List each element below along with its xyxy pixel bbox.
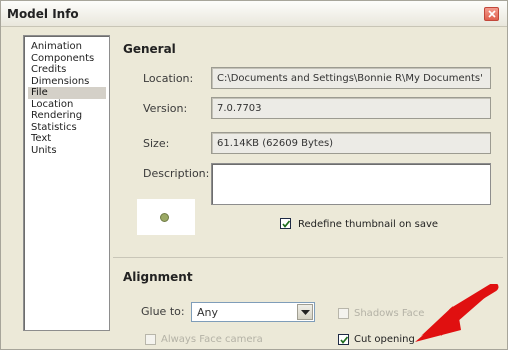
model-thumbnail — [137, 199, 195, 235]
description-input[interactable] — [211, 163, 491, 205]
general-section-title: General — [123, 42, 176, 56]
sidebar-item-credits[interactable]: Credits — [28, 64, 106, 76]
window-title: Model Info — [7, 7, 79, 21]
title-bar: Model Info — [1, 1, 507, 27]
size-label: Size: — [143, 137, 170, 150]
sidebar-item-text[interactable]: Text — [28, 133, 106, 145]
redefine-thumbnail-label[interactable]: Redefine thumbnail on save — [298, 219, 438, 230]
glue-to-label: Glue to: — [141, 305, 185, 318]
description-label: Description: — [143, 167, 210, 180]
section-divider — [113, 257, 503, 258]
close-icon — [488, 10, 496, 18]
version-label: Version: — [143, 102, 188, 115]
sidebar-item-animation[interactable]: Animation — [28, 41, 106, 53]
alignment-section-title: Alignment — [123, 270, 193, 284]
redefine-thumbnail-checkbox[interactable] — [280, 218, 291, 229]
shadows-face-checkbox[interactable] — [338, 308, 349, 319]
glue-to-select[interactable]: Any — [191, 302, 315, 322]
category-list[interactable]: Animation Components Credits Dimensions … — [23, 35, 110, 331]
location-field: C:\Documents and Settings\Bonnie R\My Do… — [211, 67, 491, 89]
glue-to-value: Any — [197, 306, 219, 319]
sidebar-item-dimensions[interactable]: Dimensions — [28, 76, 106, 88]
thumbnail-preview-icon — [160, 213, 169, 222]
arrow-icon — [415, 284, 499, 342]
sidebar-item-statistics[interactable]: Statistics — [28, 122, 106, 134]
sidebar-item-location[interactable]: Location — [28, 99, 106, 111]
version-field: 7.0.7703 — [211, 97, 491, 119]
sidebar-item-components[interactable]: Components — [28, 53, 106, 65]
always-face-camera-label: Always Face camera — [161, 334, 263, 345]
checkmark-icon — [340, 336, 349, 344]
close-button[interactable] — [484, 7, 499, 21]
sidebar-item-units[interactable]: Units — [28, 145, 106, 157]
cut-opening-checkbox[interactable] — [338, 334, 349, 345]
model-info-dialog: Model Info Animation Components Credits … — [0, 0, 508, 350]
sidebar-item-rendering[interactable]: Rendering — [28, 110, 106, 122]
glue-to-dropdown-button[interactable] — [297, 304, 313, 320]
location-label: Location: — [143, 72, 194, 85]
size-field: 61.14KB (62609 Bytes) — [211, 132, 491, 154]
chevron-down-icon — [301, 310, 310, 315]
checkmark-icon — [282, 220, 291, 228]
always-face-camera-checkbox[interactable] — [145, 334, 156, 345]
sidebar-item-file[interactable]: File — [28, 87, 106, 99]
